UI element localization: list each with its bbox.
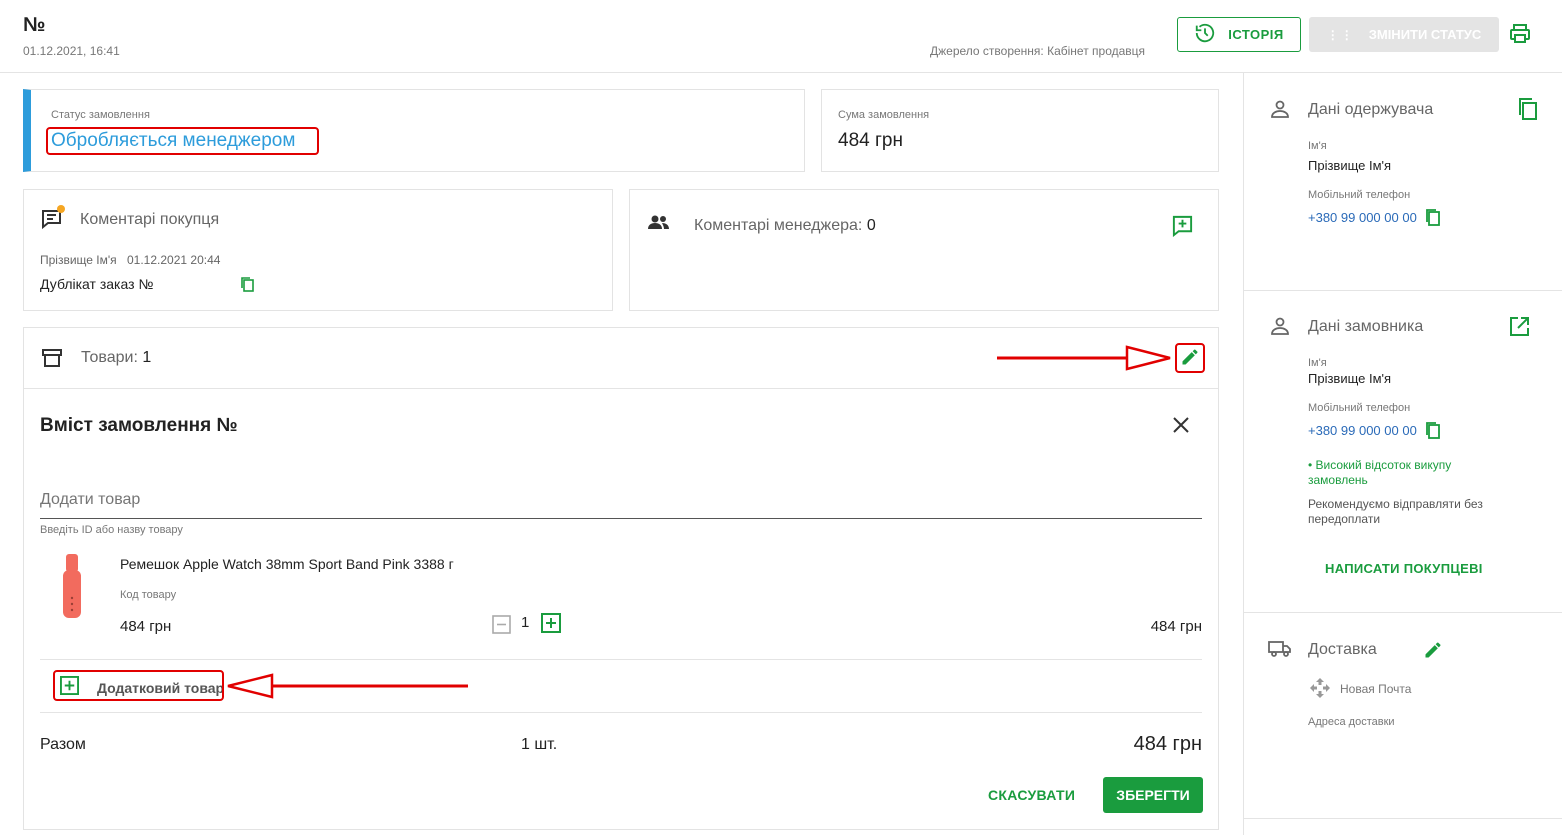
recipient-name: Прізвище Ім'я — [1308, 158, 1392, 173]
sidebar-divider-3 — [1244, 818, 1562, 819]
add-product-input[interactable] — [40, 491, 1202, 509]
cancel-button[interactable]: СКАСУВАТИ — [988, 787, 1075, 803]
history-label: ІСТОРІЯ — [1228, 27, 1284, 42]
unread-dot-icon — [57, 205, 65, 213]
box-icon — [41, 348, 63, 373]
person-icon — [1270, 316, 1290, 341]
change-status-button[interactable]: ⋮⋮ ЗМІНИТИ СТАТУС — [1309, 17, 1499, 52]
goods-count: 1 — [142, 349, 152, 366]
header-divider — [0, 72, 1562, 73]
sum-card: Сума замовлення 484 грн — [821, 89, 1219, 172]
truck-icon — [1268, 640, 1292, 663]
total-label: Разом — [40, 736, 86, 753]
copy-phone-icon[interactable] — [1425, 208, 1441, 232]
print-icon[interactable] — [1508, 22, 1532, 51]
edit-delivery-icon[interactable] — [1423, 640, 1443, 665]
order-content-title: Вміст замовлення № — [40, 415, 238, 436]
add-product-field[interactable] — [40, 491, 1202, 519]
goods-card: Товари: 1 Вміст замовлення № Введіть ID … — [23, 327, 1219, 830]
customer-phone[interactable]: +380 99 000 00 00 — [1308, 423, 1417, 438]
buyer-comments-card: Коментарі покупця Прізвище Ім'я 01.12.20… — [23, 189, 613, 311]
product-name[interactable]: Ремешок Apple Watch 38mm Sport Band Pink… — [120, 556, 454, 572]
customer-recommendation: Рекомендуємо відправляти без передоплати — [1308, 497, 1483, 526]
qty-plus-icon[interactable] — [541, 613, 561, 638]
arrow-to-extra-item — [227, 673, 468, 699]
order-datetime: 01.12.2021, 16:41 — [23, 44, 120, 58]
qty-minus-icon[interactable] — [492, 615, 511, 639]
sidebar-divider-1 — [1244, 290, 1562, 291]
product-image — [48, 554, 96, 620]
product-total: 484 грн — [1150, 618, 1202, 635]
product-divider — [40, 659, 1202, 660]
sum-label: Сума замовлення — [838, 109, 930, 121]
order-number: № — [23, 14, 46, 36]
recipient-phone[interactable]: +380 99 000 00 00 — [1308, 210, 1417, 225]
change-status-label: ЗМІНИТИ СТАТУС — [1368, 27, 1482, 42]
people-icon — [648, 214, 670, 235]
total-qty: 1 шт. — [521, 736, 558, 753]
delivery-address-label: Адреса доставки — [1308, 716, 1395, 728]
product-price: 484 грн — [120, 618, 172, 635]
copy-icon[interactable] — [1517, 97, 1539, 126]
arrow-to-edit — [997, 345, 1171, 371]
goods-title: Товари: 1 — [81, 349, 151, 367]
recipient-name-label: Ім'я — [1308, 140, 1327, 152]
total-divider — [40, 712, 1202, 713]
customer-name: Прізвище Ім'я — [1308, 371, 1392, 386]
buyer-comment-text: Дублікат заказ № — [40, 276, 154, 292]
delivery-title: Доставка — [1308, 641, 1377, 658]
history-button[interactable]: ІСТОРІЯ — [1177, 17, 1301, 52]
save-button[interactable]: ЗБЕРЕГТИ — [1103, 777, 1203, 813]
customer-name-label: Ім'я — [1308, 357, 1327, 369]
close-icon[interactable] — [1172, 416, 1190, 439]
buyer-comment-date: 01.12.2021 20:44 — [127, 253, 221, 267]
customer-title: Дані замовника — [1308, 318, 1424, 335]
product-code-label: Код товару — [120, 589, 177, 601]
order-source: Джерело створення: Кабінет продавця — [930, 44, 1146, 58]
recipient-title: Дані одержувача — [1308, 101, 1434, 118]
customer-badge: • Високий відсоток викупу замовлень — [1308, 458, 1452, 487]
sidebar-divider-2 — [1244, 612, 1562, 613]
add-product-hint: Введіть ID або назву товару — [40, 524, 183, 536]
write-buyer-button[interactable]: НАПИСАТИ ПОКУПЦЕВІ — [1325, 561, 1483, 576]
sum-value: 484 грн — [838, 130, 903, 151]
buyer-comments-title: Коментарі покупця — [80, 211, 220, 228]
drag-dots-icon: ⋮⋮ — [1326, 27, 1355, 42]
buyer-comment-author: Прізвище Ім'я — [40, 253, 117, 267]
manager-comments-label: Коментарі менеджера: — [694, 217, 863, 234]
sidebar-divider — [1243, 72, 1244, 835]
person-icon — [1270, 99, 1290, 124]
nova-poshta-icon — [1309, 677, 1331, 704]
qty-value: 1 — [521, 614, 530, 631]
copy-icon[interactable] — [240, 276, 255, 298]
external-link-icon[interactable] — [1509, 316, 1530, 342]
copy-phone-icon[interactable] — [1425, 421, 1441, 445]
edit-highlight — [1175, 343, 1205, 373]
manager-comments-count: 0 — [866, 217, 876, 234]
delivery-carrier: Новая Почта — [1340, 682, 1412, 696]
customer-phone-label: Мобільний телефон — [1308, 402, 1411, 414]
total-sum: 484 грн — [1133, 733, 1202, 755]
manager-comments-title: Коментарі менеджера: 0 — [694, 217, 876, 235]
status-label: Статус замовлення — [51, 109, 150, 121]
history-icon — [1194, 22, 1216, 47]
manager-comments-card: Коментарі менеджера: 0 — [629, 189, 1219, 311]
status-highlight — [46, 127, 319, 155]
add-comment-icon[interactable] — [1171, 214, 1194, 242]
recipient-phone-label: Мобільний телефон — [1308, 189, 1411, 201]
goods-label: Товари: — [81, 349, 138, 366]
extra-item-highlight — [53, 670, 224, 701]
goods-header-divider — [24, 388, 1218, 389]
